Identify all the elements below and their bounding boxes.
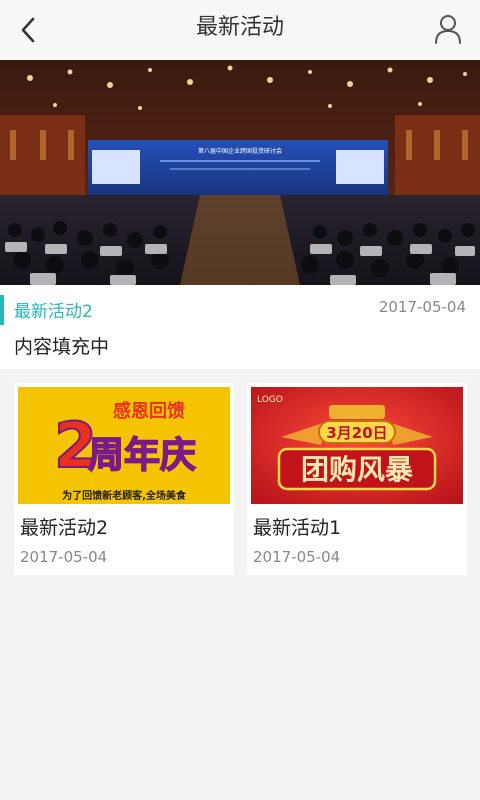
conference-hall-image: 第八届中国企业跨国投资研讨会 — [0, 60, 480, 285]
accent-bar — [0, 295, 4, 325]
banner-image[interactable]: 第八届中国企业跨国投资研讨会 — [0, 60, 480, 285]
featured-date: 2017-05-04 — [378, 298, 466, 316]
card-thumbnail: LOGO 3月20日 团购风暴 — [251, 387, 463, 504]
card-image-top-text: 感恩回馈 — [113, 400, 185, 422]
card-title: 最新活动1 — [253, 517, 342, 539]
card-image-main-text: 周年庆 — [88, 435, 196, 476]
page-title: 最新活动 — [195, 15, 284, 40]
card-image-date-text: 3月20日 — [326, 424, 387, 442]
activity-card[interactable]: LOGO 3月20日 团购风暴 最新活动1 2017-05-04 — [247, 383, 467, 575]
card-date: 2017-05-04 — [20, 548, 108, 566]
card-image-main-text: 团购风暴 — [301, 453, 414, 486]
activity-grid: 感恩回馈 2 周年庆 为了回馈新老顾客,全场美食 最新活动2 2017-05-0… — [14, 383, 467, 575]
user-icon — [435, 15, 461, 44]
stage-banner-text: 第八届中国企业跨国投资研讨会 — [198, 147, 282, 155]
header: 最新活动 — [0, 0, 480, 60]
card-thumbnail: 感恩回馈 2 周年庆 为了回馈新老顾客,全场美食 — [18, 387, 230, 504]
activity-card[interactable]: 感恩回馈 2 周年庆 为了回馈新老顾客,全场美食 最新活动2 2017-05-0… — [14, 383, 234, 575]
card-title: 最新活动2 — [20, 517, 109, 539]
user-button[interactable] — [430, 10, 466, 48]
featured-content: 内容填充中 — [14, 336, 110, 358]
card-image-bottom-text: 为了回馈新老顾客,全场美食 — [62, 489, 187, 502]
card-image-logo-text: LOGO — [257, 395, 283, 405]
card-date: 2017-05-04 — [253, 548, 341, 566]
featured-activity[interactable]: 最新活动2 2017-05-04 内容填充中 — [0, 285, 480, 369]
featured-title: 最新活动2 — [14, 302, 93, 322]
